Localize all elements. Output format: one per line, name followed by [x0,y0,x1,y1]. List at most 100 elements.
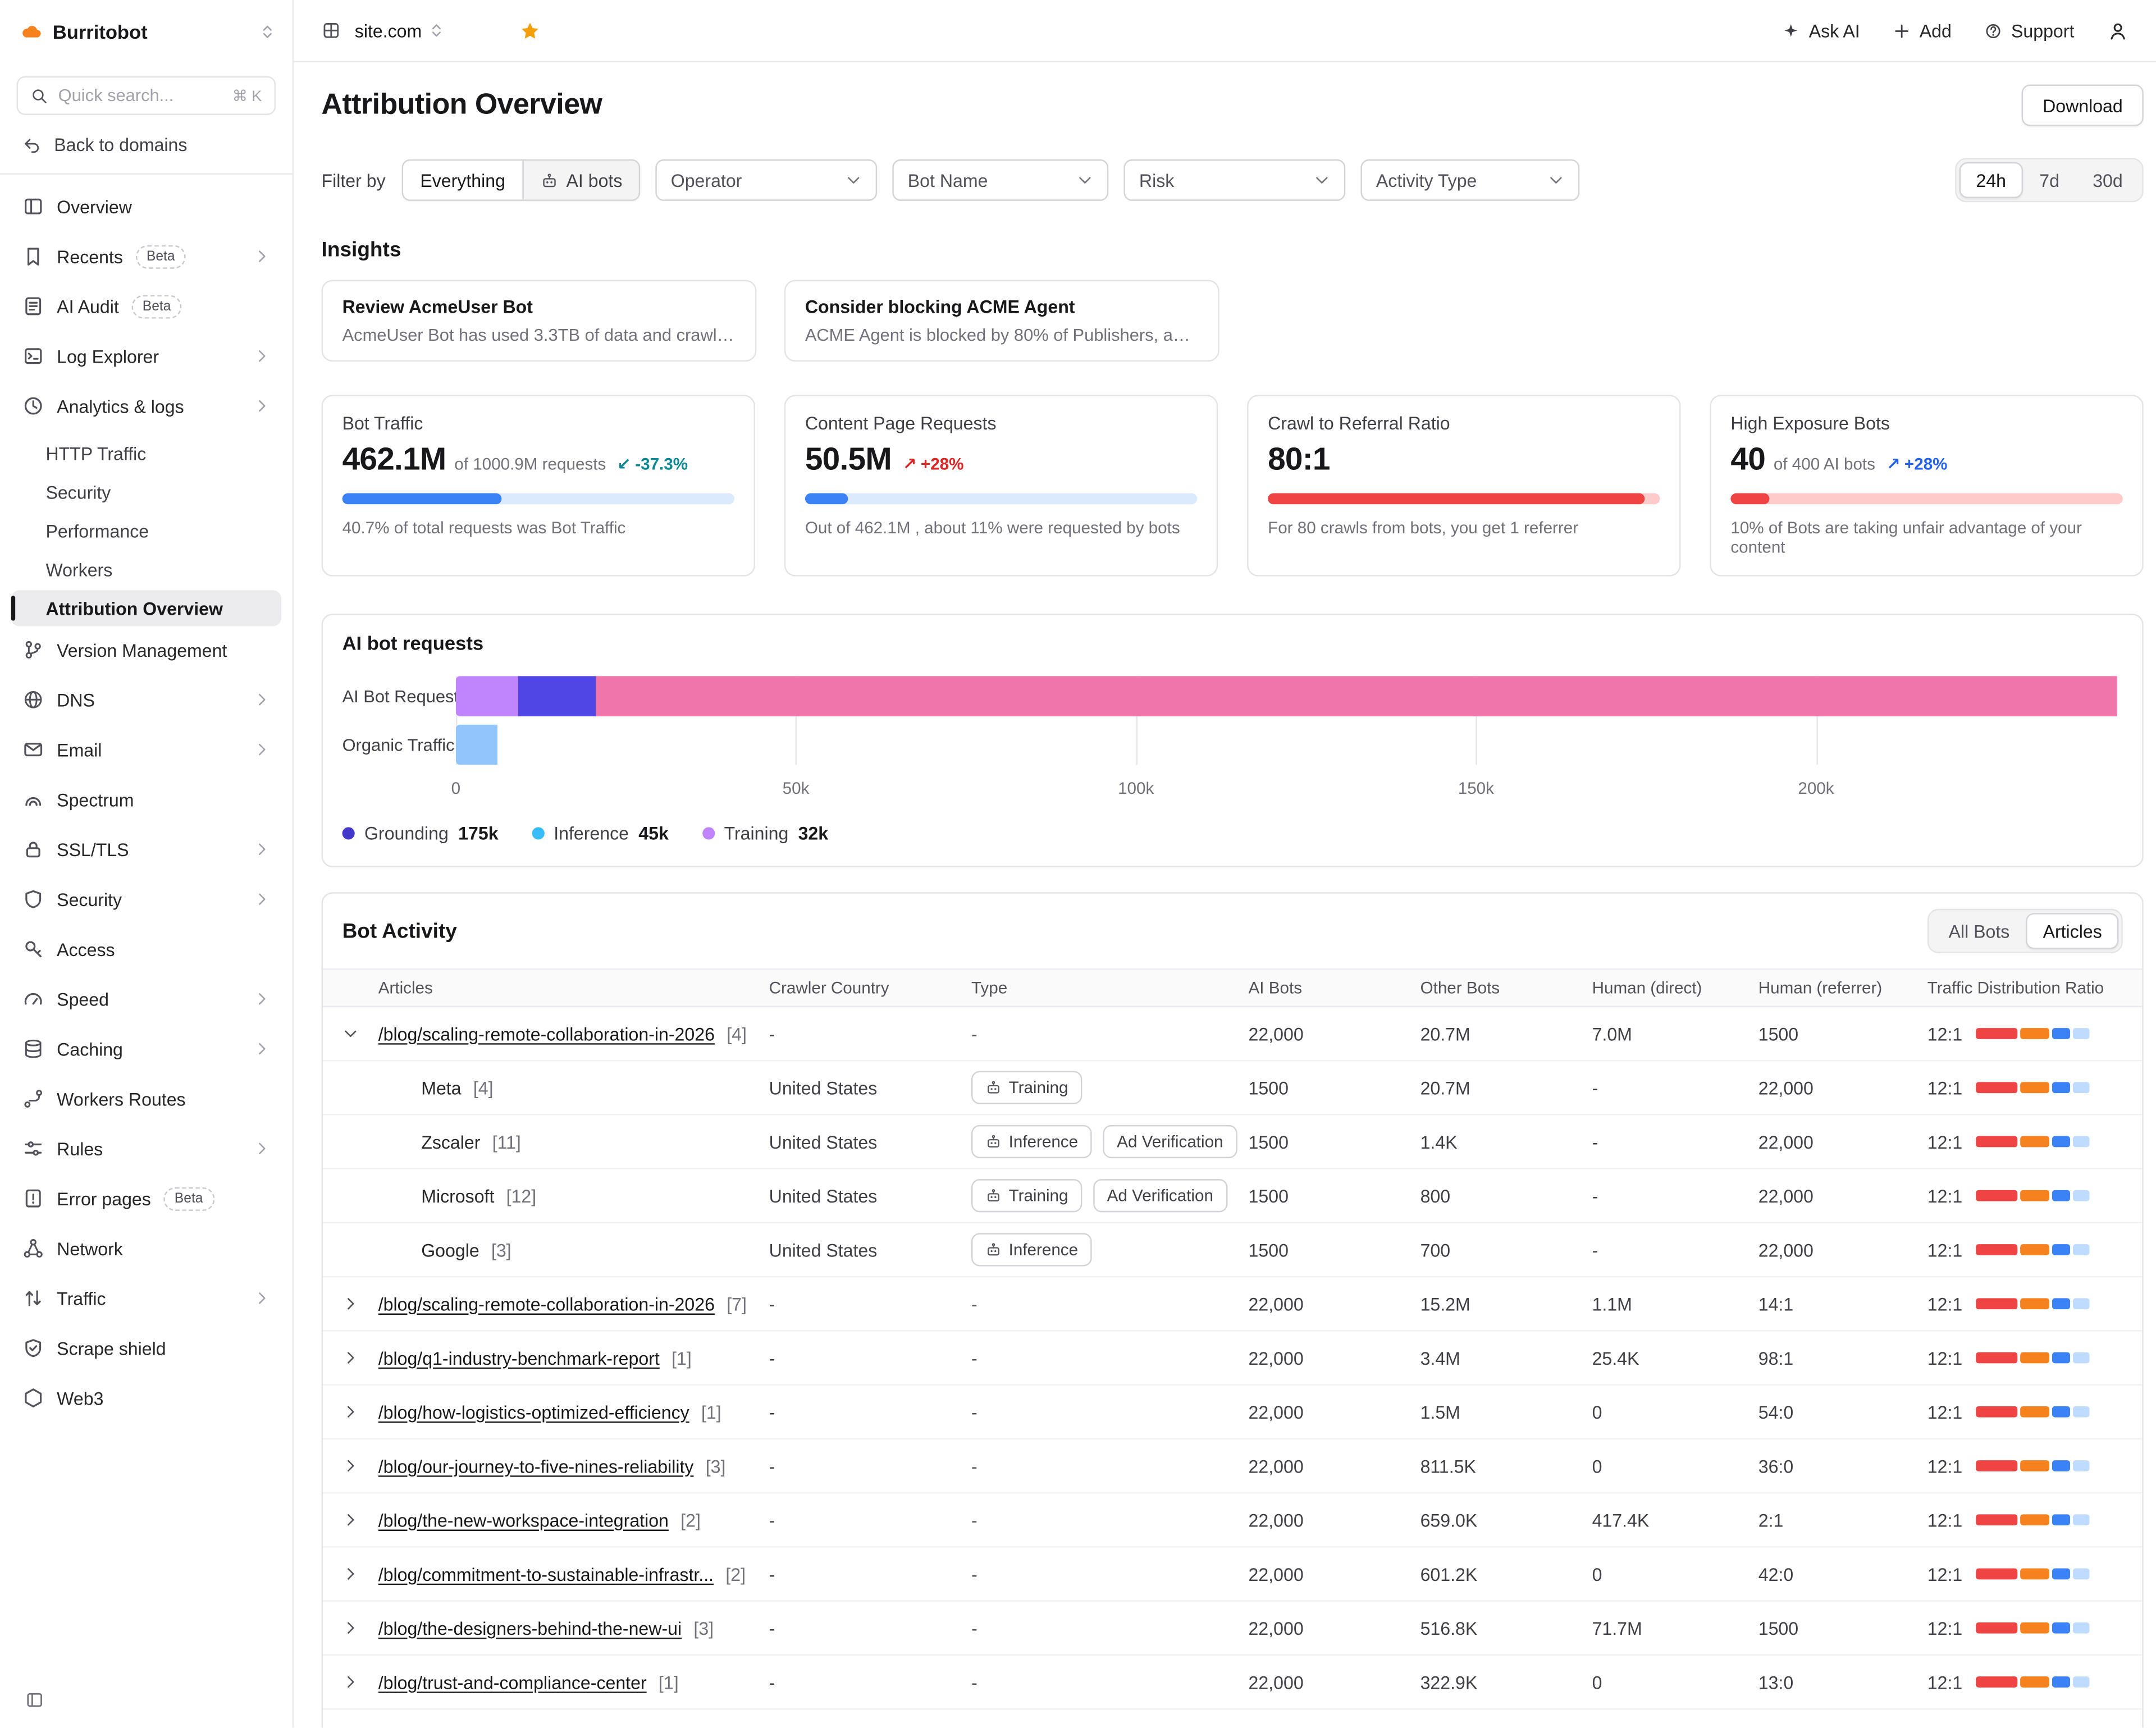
expand-chevron-icon[interactable] [342,1674,359,1690]
expand-chevron-icon[interactable] [342,1350,359,1366]
sidebar-item[interactable]: AI Audit Beta [11,285,281,327]
search-input[interactable] [58,86,223,106]
collapse-sidebar-button[interactable] [20,1685,50,1715]
download-button[interactable]: Download [2022,85,2144,126]
column-header[interactable]: Human (direct) [1592,978,1758,998]
bot-name-dropdown[interactable]: Bot Name [893,159,1109,201]
sidebar-item[interactable]: Attribution Overview [11,590,281,626]
article-link[interactable]: /blog/how-logistics-optimized-efficiency [378,1401,689,1422]
expand-chevron-icon[interactable] [342,1404,359,1420]
table-row[interactable]: /blog/how-logistics-optimized-efficiency… [323,1386,2142,1439]
table-row[interactable]: /blog/trust-and-compliance-center [1] - … [323,1656,2142,1709]
expand-chevron-icon[interactable] [342,1295,359,1312]
article-link[interactable]: /blog/scaling-remote-collaboration-in-20… [378,1023,715,1044]
crawler-country: United States [769,1077,971,1098]
column-header[interactable]: AI Bots [1249,978,1420,998]
table-row[interactable]: /blog/recap-from-our-annual-user-confere… [323,1709,2142,1727]
risk-dropdown[interactable]: Risk [1124,159,1346,201]
article-link[interactable]: /blog/the-designers-behind-the-new-ui [378,1617,682,1638]
user-menu[interactable] [2108,20,2128,41]
sidebar-item[interactable]: Overview [11,186,281,227]
table-row[interactable]: Zscaler [11] United States Inference Ad … [323,1116,2142,1169]
sidebar-item[interactable]: Security [11,879,281,920]
sidebar-item[interactable]: Log Explorer [11,335,281,377]
column-header[interactable]: Traffic Distribution Ratio [1927,978,2143,998]
sidebar-item[interactable]: Error pages Beta [11,1178,281,1219]
article-link[interactable]: /blog/q1-industry-benchmark-report [378,1347,660,1368]
table-row[interactable]: /blog/scaling-remote-collaboration-in-20… [323,1007,2142,1061]
sidebar-item[interactable]: DNS [11,679,281,720]
sidebar-item[interactable]: Traffic [11,1277,281,1319]
sidebar-item[interactable]: Rules [11,1128,281,1169]
filter-everything-button[interactable]: Everything [404,161,522,199]
sidebar-item[interactable]: Workers [11,551,281,587]
sidebar-item[interactable]: Recents Beta [11,236,281,277]
sidebar-item[interactable]: Access [11,928,281,970]
sidebar-item[interactable]: SSL/TLS [11,829,281,870]
back-to-domains[interactable]: Back to domains [17,134,276,155]
expand-chevron-icon[interactable] [342,1025,359,1042]
distribution-segment [1976,1514,2018,1525]
table-row[interactable]: /blog/scaling-remote-collaboration-in-20… [323,1277,2142,1331]
support-button[interactable]: Support [1985,20,2074,41]
column-header[interactable]: Crawler Country [769,978,971,998]
table-row[interactable]: /blog/q1-industry-benchmark-report [1] -… [323,1332,2142,1386]
column-header[interactable]: Articles [378,978,769,998]
table-row[interactable]: /blog/our-journey-to-five-nines-reliabil… [323,1439,2142,1493]
sidebar-item[interactable]: Performance [11,513,281,548]
chart-bar[interactable] [456,725,2123,765]
sidebar-item[interactable]: Scrape shield [11,1327,281,1369]
sidebar-item[interactable]: Version Management [11,629,281,670]
article-link[interactable]: /blog/trust-and-compliance-center [378,1671,647,1692]
stat-value: 462.1M [342,441,446,478]
chart-bar[interactable] [456,676,2123,716]
insight-card[interactable]: Consider blocking ACME Agent ACME Agent … [784,280,1219,362]
table-row[interactable]: /blog/the-designers-behind-the-new-ui [3… [323,1602,2142,1656]
expand-chevron-icon[interactable] [342,1566,359,1583]
human-referrer-value: 36:0 [1758,1455,1927,1476]
expand-chevron-icon[interactable] [342,1620,359,1636]
ask-ai-button[interactable]: Ask AI [1783,20,1860,41]
expand-chevron-icon[interactable] [342,1511,359,1528]
site-selector[interactable]: site.com [355,20,445,41]
all-bots-tab[interactable]: All Bots [1932,913,2026,949]
sidebar-item[interactable]: Web3 [11,1377,281,1419]
expand-chevron-icon[interactable] [342,1457,359,1474]
sidebar-item[interactable]: HTTP Traffic [11,435,281,471]
column-header[interactable]: Other Bots [1420,978,1592,998]
table-row[interactable]: Google [3] United States Inference 1500 … [323,1223,2142,1277]
favorite-star-icon[interactable] [520,20,541,41]
sidebar-item[interactable]: Security [11,474,281,510]
column-header[interactable]: Human (referrer) [1758,978,1927,998]
sidebar-item[interactable]: Email [11,729,281,770]
table-row[interactable]: Meta [4] United States Training 1500 20.… [323,1061,2142,1115]
sidebar-item[interactable]: Caching [11,1028,281,1069]
column-header[interactable]: Type [971,978,1249,998]
range-24h-button[interactable]: 24h [1959,162,2023,198]
sidebar-item[interactable]: Workers Routes [11,1078,281,1119]
insight-card-body: AcmeUser Bot has used 3.3TB of data and … [342,326,736,345]
account-switcher[interactable] [259,23,276,40]
human-direct-value: 25.4K [1592,1347,1758,1368]
sidebar-item[interactable]: Spectrum [11,779,281,820]
table-row[interactable]: /blog/commitment-to-sustainable-infrastr… [323,1548,2142,1602]
article-link[interactable]: /blog/scaling-remote-collaboration-in-20… [378,1293,715,1314]
article-link[interactable]: /blog/the-new-workspace-integration [378,1510,669,1530]
quick-search[interactable]: ⌘ K [17,76,276,115]
range-7d-button[interactable]: 7d [2023,162,2076,198]
sidebar-item[interactable]: Speed [11,978,281,1020]
article-link[interactable]: /blog/our-journey-to-five-nines-reliabil… [378,1455,694,1476]
add-button[interactable]: Add [1893,20,1952,41]
articles-tab[interactable]: Articles [2026,913,2118,949]
article-link[interactable]: /blog/recap-from-our-annual-user-confere… [378,1726,738,1728]
sidebar-item[interactable]: Analytics & logs [11,385,281,427]
filter-ai-bots-button[interactable]: AI bots [522,161,639,199]
activity-type-dropdown[interactable]: Activity Type [1361,159,1580,201]
range-30d-button[interactable]: 30d [2076,162,2140,198]
table-row[interactable]: /blog/the-new-workspace-integration [2] … [323,1493,2142,1547]
insight-card[interactable]: Review AcmeUser Bot AcmeUser Bot has use… [322,280,757,362]
sidebar-item[interactable]: Network [11,1228,281,1269]
table-row[interactable]: Microsoft [12] United States Training Ad… [323,1169,2142,1223]
article-link[interactable]: /blog/commitment-to-sustainable-infrastr… [378,1564,714,1584]
operator-dropdown[interactable]: Operator [656,159,878,201]
